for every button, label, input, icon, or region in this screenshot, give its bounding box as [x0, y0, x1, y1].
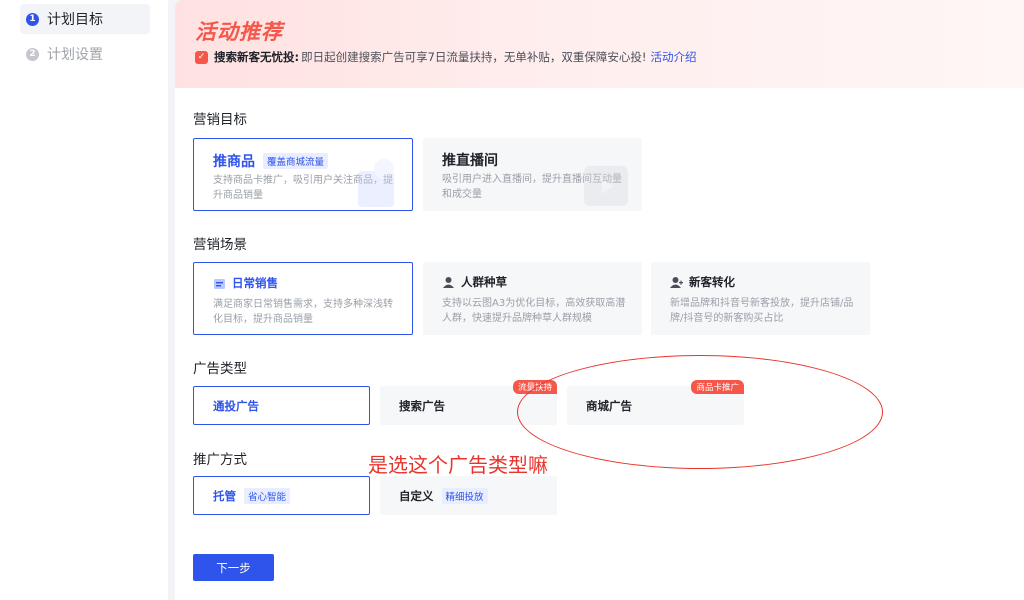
scene-card-title: 新客转化	[689, 275, 735, 289]
promo-method-tag: 精细投放	[441, 487, 488, 504]
ad-type-label: 搜索广告	[399, 398, 445, 413]
scene-card-head: 日常销售	[213, 275, 278, 291]
scene-card-title: 日常销售	[232, 276, 278, 290]
banner-description: 即日起创建搜索广告可享7日流量扶持，无单补贴，双重保障安心投!	[301, 50, 647, 64]
goal-card-tag: 覆盖商城流量	[263, 153, 329, 169]
scene-card-daily-sales[interactable]: 日常销售 满足商家日常销售需求，支持多种深浅转 化目标，提升商品销量	[193, 262, 413, 335]
activity-banner: 活动推荐 ✓ 搜索新客无忧投: 即日起创建搜索广告可享7日流量扶持，无单补贴，双…	[175, 0, 1024, 88]
ribbon-badge: 商品卡推广	[691, 380, 744, 394]
goal-card-head: 推直播间	[442, 150, 498, 170]
check-icon: ✓	[195, 50, 208, 64]
step-plan-goal[interactable]: 1 计划目标	[20, 4, 150, 34]
scene-card-desc-line2: 牌/抖音号的新客购买占比	[670, 313, 784, 324]
step-sidebar: 1 计划目标 2 计划设置	[0, 0, 168, 600]
user-icon	[443, 276, 454, 288]
shopping-bag-icon	[358, 159, 394, 207]
step-label-plan-settings: 计划设置	[47, 47, 103, 63]
step-number-1: 1	[26, 12, 39, 26]
scene-card-desc-line2: 化目标，提升商品销量	[213, 314, 313, 325]
goal-card-desc-line2: 升商品销量	[213, 190, 263, 201]
ad-type-label: 通投广告	[213, 398, 259, 413]
promo-method-title: 托管	[213, 488, 236, 503]
next-step-button[interactable]: 下一步	[193, 554, 274, 581]
section-title-promo-method: 推广方式	[193, 452, 247, 468]
activity-intro-link[interactable]: 活动介绍	[651, 49, 697, 65]
scene-card-new-customer[interactable]: 新客转化 新增品牌和抖音号新客投放，提升店铺/品 牌/抖音号的新客购买占比	[651, 262, 870, 335]
ribbon-badge: 流量扶持	[512, 380, 557, 394]
scene-card-crowd-seeding[interactable]: 人群种草 支持以云图A3为优化目标，高效获取高潜 人群，快速提升品牌种草人群规模	[423, 262, 642, 335]
goal-card-title: 推直播间	[442, 153, 498, 169]
main-panel: 活动推荐 ✓ 搜索新客无忧投: 即日起创建搜索广告可享7日流量扶持，无单补贴，双…	[175, 0, 1024, 600]
scene-card-desc-line1: 新增品牌和抖音号新客投放，提升店铺/品	[670, 298, 854, 309]
step-plan-settings[interactable]: 2 计划设置	[20, 39, 150, 69]
section-title-ad-type: 广告类型	[193, 361, 247, 377]
promo-method-label: 托管 省心智能	[213, 477, 291, 514]
scene-card-desc-line1: 支持以云图A3为优化目标，高效获取高潜	[442, 298, 626, 309]
tv-icon	[584, 166, 628, 206]
goal-card-promote-product[interactable]: 推商品 覆盖商城流量 支持商品卡推广，吸引用户关注商品，提 升商品销量	[193, 138, 413, 211]
goal-card-promote-live[interactable]: 推直播间 吸引用户进入直播间，提升直播间互动量 和成交量	[423, 138, 642, 211]
step-number-2: 2	[26, 47, 39, 61]
section-title-marketing-goal: 营销目标	[193, 112, 247, 128]
promo-method-title: 自定义	[399, 488, 434, 503]
ad-type-label: 商城广告	[586, 398, 632, 413]
scene-card-head: 人群种草	[442, 274, 507, 290]
ad-type-mall[interactable]: 商城广告 商品卡推广	[567, 380, 744, 425]
goal-card-desc-line2: 和成交量	[442, 189, 482, 200]
promo-method-tag: 省心智能	[244, 487, 291, 504]
promo-method-managed[interactable]: 托管 省心智能	[193, 476, 370, 515]
section-title-marketing-scene: 营销场景	[193, 237, 247, 253]
goal-card-title: 推商品	[213, 154, 255, 170]
banner-title: 活动推荐	[195, 20, 283, 44]
calendar-icon	[214, 278, 225, 289]
scene-card-desc-line2: 人群，快速提升品牌种草人群规模	[442, 313, 592, 324]
promo-method-label: 自定义 精细投放	[399, 476, 488, 515]
banner-strong-text: 搜索新客无忧投:	[214, 50, 300, 64]
scene-card-desc-line1: 满足商家日常销售需求，支持多种深浅转	[213, 299, 393, 310]
banner-text-row: ✓ 搜索新客无忧投: 即日起创建搜索广告可享7日流量扶持，无单补贴，双重保障安心…	[195, 49, 697, 65]
scene-card-head: 新客转化	[670, 274, 735, 290]
promo-method-custom[interactable]: 自定义 精细投放	[380, 476, 557, 515]
step-label-plan-goal: 计划目标	[47, 12, 103, 28]
ad-type-general[interactable]: 通投广告	[193, 386, 370, 425]
ad-type-search[interactable]: 搜索广告 流量扶持	[380, 380, 557, 425]
annotation-text: 是选这个广告类型嘛	[368, 453, 548, 477]
user-add-icon	[670, 276, 683, 288]
scene-card-title: 人群种草	[461, 275, 507, 289]
goal-card-head: 推商品 覆盖商城流量	[213, 151, 329, 171]
